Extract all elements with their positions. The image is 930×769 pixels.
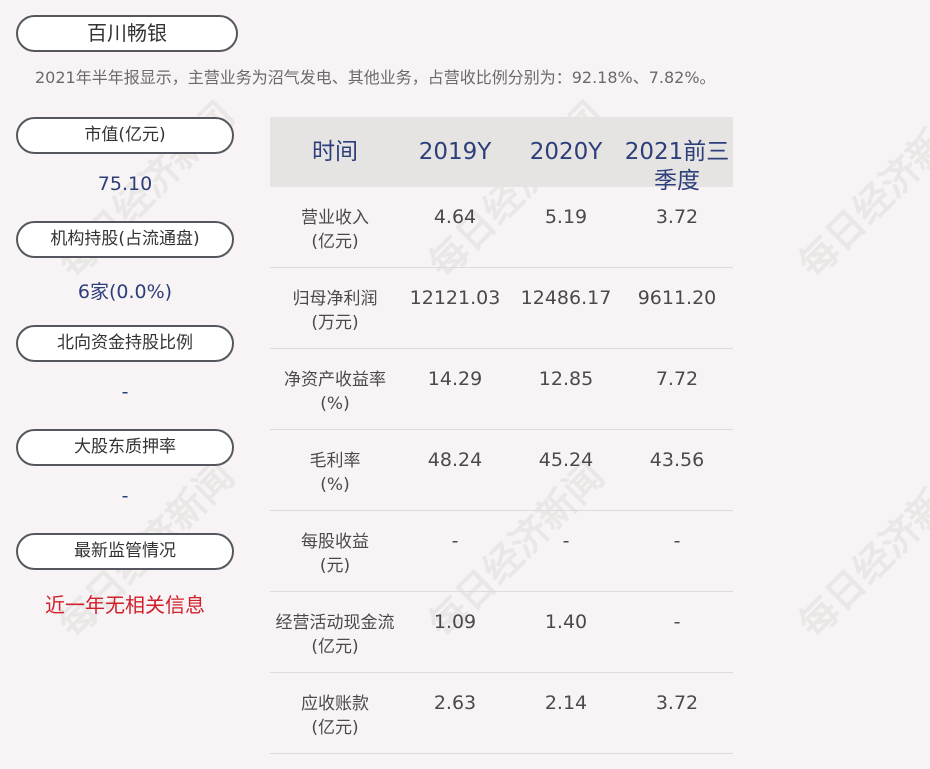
table-cell: 14.29 [427,368,483,390]
column-header: 2021前三 季度 [624,139,730,194]
row-label: 应收账款 (亿元) [301,694,369,738]
table-cell: - [451,530,459,552]
column-header: 2020Y [529,139,603,165]
row-divider [270,510,733,511]
table-cell: 4.64 [433,206,477,228]
metric-label: 市值(亿元) [16,117,234,154]
table-cell: 2.14 [544,692,588,714]
watermark-text: 每日经济新闻 [790,453,930,647]
table-cell: 9611.20 [637,287,717,309]
table-cell: - [562,530,570,552]
table-cell: 3.72 [655,692,699,714]
business-summary: 2021年半年报显示，主营业务为沼气发电、其他业务，占营收比例分别为：92.18… [35,68,716,87]
table-cell: 12486.17 [520,287,612,309]
row-divider [270,348,733,349]
table-cell: - [673,530,681,552]
metric-label: 大股东质押率 [16,429,234,466]
row-divider [270,672,733,673]
row-label: 经营活动现金流 (亿元) [275,613,395,657]
row-label: 每股收益 (元) [301,532,369,576]
table-cell: 3.72 [655,206,699,228]
page-title: 百川畅银 [16,15,238,52]
table-cell: 48.24 [427,449,483,471]
table-cell: - [673,611,681,633]
column-header: 2019Y [418,139,492,165]
metric-value: 75.10 [97,173,153,195]
row-label: 毛利率 (%) [309,451,361,495]
table-cell: 7.72 [655,368,699,390]
column-header: 时间 [312,139,358,165]
table-cell: 12121.03 [409,287,501,309]
row-label: 营业收入 (亿元) [301,208,369,252]
metric-value: - [121,485,129,507]
metric-value: 6家(0.0%) [77,281,173,303]
row-divider [270,753,733,754]
row-divider [270,267,733,268]
table-cell: 1.09 [433,611,477,633]
row-divider [270,591,733,592]
table-cell: 5.19 [544,206,588,228]
metric-label: 北向资金持股比例 [16,325,234,362]
metric-value: 近一年无相关信息 [45,593,205,617]
table-cell: 43.56 [649,449,705,471]
row-label: 归母净利润 (万元) [292,289,378,333]
row-divider [270,429,733,430]
table-cell: 1.40 [544,611,588,633]
table-cell: 45.24 [538,449,594,471]
metric-label: 最新监管情况 [16,533,234,570]
table-cell: 12.85 [538,368,594,390]
row-label: 净资产收益率 (%) [284,370,386,414]
watermark-text: 每日经济新闻 [790,93,930,287]
metric-label: 机构持股(占流通盘) [16,221,234,258]
table-cell: 2.63 [433,692,477,714]
metric-value: - [121,381,129,403]
